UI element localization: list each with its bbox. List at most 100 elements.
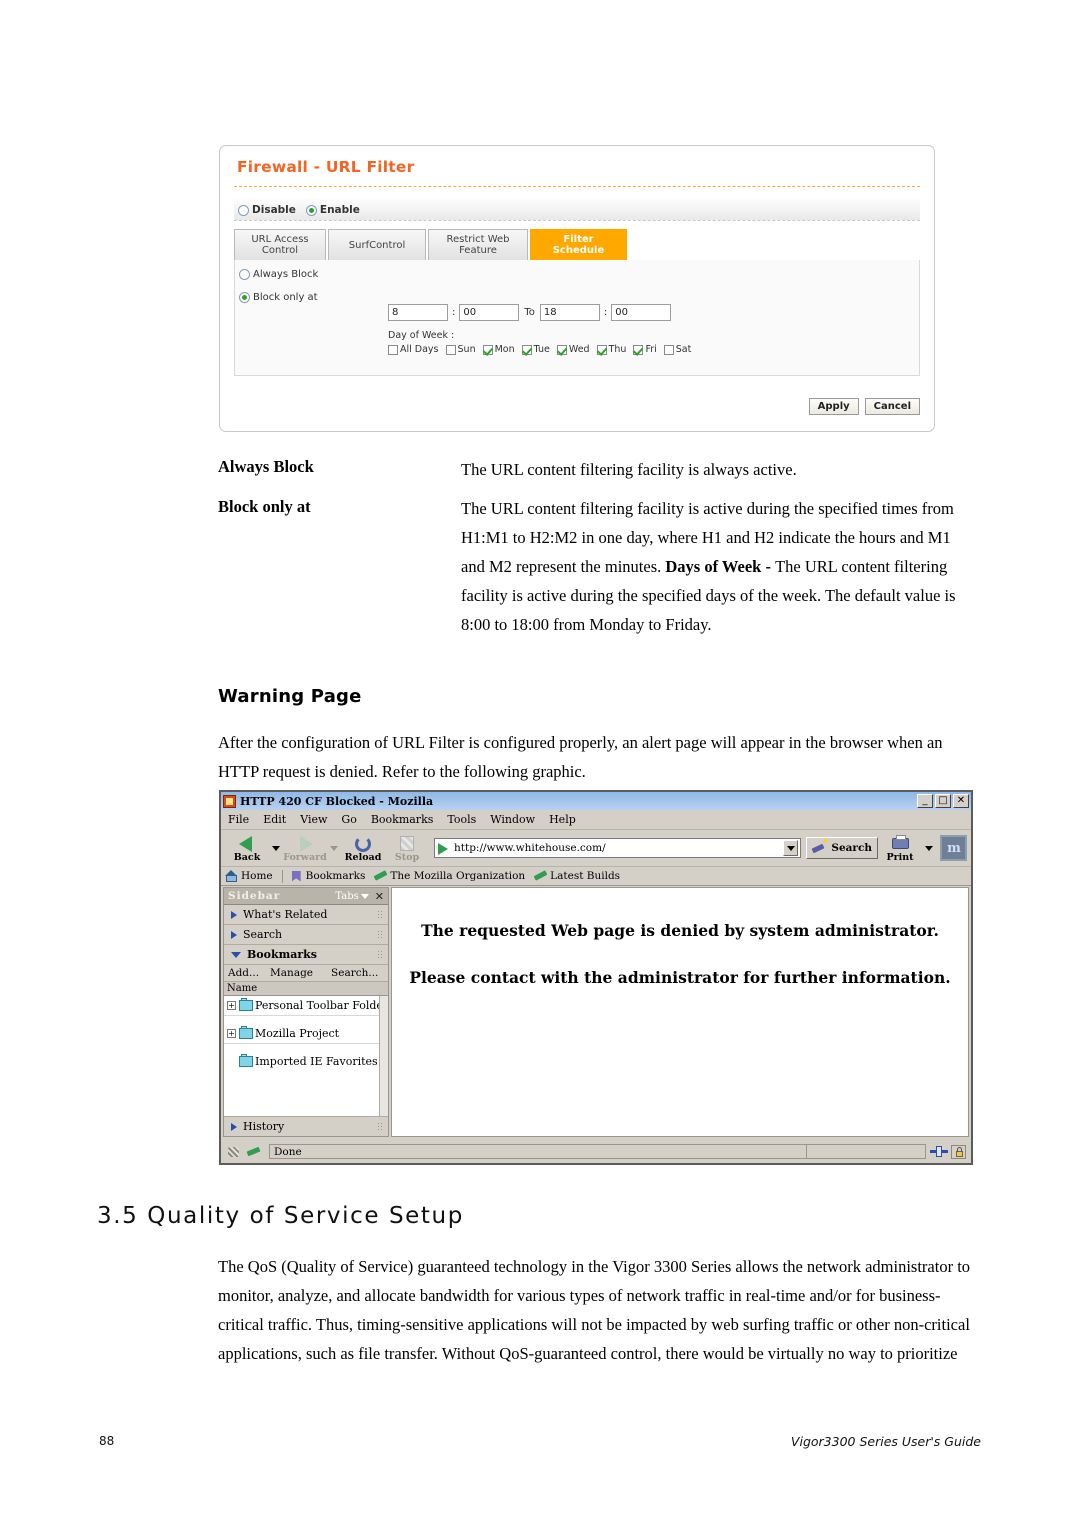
back-dropdown-icon[interactable] bbox=[272, 845, 280, 851]
status-bar-icons bbox=[930, 1144, 966, 1159]
checkbox-tue[interactable]: Tue bbox=[521, 344, 550, 355]
sidebar-item-history[interactable]: History bbox=[224, 1116, 388, 1136]
checkbox-sat-box[interactable] bbox=[663, 344, 674, 355]
back-button[interactable]: Back bbox=[225, 834, 269, 863]
checkbox-sun[interactable]: Sun bbox=[445, 344, 476, 355]
checkbox-thu-box[interactable] bbox=[596, 344, 607, 355]
window-controls: _ □ ✕ bbox=[917, 794, 969, 808]
security-lock-icon[interactable] bbox=[951, 1144, 966, 1159]
search-button[interactable]: Search bbox=[806, 837, 878, 859]
schedule-option-block-only-at[interactable]: Block only at bbox=[239, 288, 318, 306]
minimize-button[interactable]: _ bbox=[917, 794, 933, 808]
checkbox-tue-box[interactable] bbox=[521, 344, 532, 355]
bookmark-tree-label-0: Personal Toolbar Folder bbox=[255, 999, 388, 1012]
cookie-manager-icon[interactable] bbox=[226, 1145, 243, 1159]
checkbox-thu[interactable]: Thu bbox=[596, 344, 626, 355]
checkbox-sun-label: Sun bbox=[457, 344, 476, 355]
reload-button[interactable]: Reload bbox=[341, 834, 385, 863]
menu-file[interactable]: File bbox=[228, 813, 249, 826]
sidebar-item-bookmarks[interactable]: Bookmarks bbox=[224, 945, 388, 965]
checkbox-fri-box[interactable] bbox=[633, 344, 644, 355]
checkbox-sun-box[interactable] bbox=[445, 344, 456, 355]
warning-page-heading: Warning Page bbox=[218, 686, 362, 707]
radio-always-block[interactable] bbox=[239, 268, 250, 280]
tab-url-access-control[interactable]: URL Access Control bbox=[234, 229, 326, 260]
expand-icon-2[interactable]: + bbox=[227, 1029, 236, 1038]
bookmark-latest-builds-label: Latest Builds bbox=[550, 870, 621, 882]
folder-icon-3 bbox=[239, 1054, 253, 1067]
day-of-week-block: Day of Week : All Days Sun Mon Tue Wed T… bbox=[388, 330, 698, 355]
start-minute-input[interactable]: 00 bbox=[459, 304, 520, 321]
radio-block-only-at[interactable] bbox=[239, 291, 250, 303]
maximize-button[interactable]: □ bbox=[935, 794, 951, 808]
checkbox-wed-box[interactable] bbox=[556, 344, 567, 355]
print-button[interactable]: Print bbox=[878, 834, 922, 863]
bookmark-mozilla-org[interactable]: The Mozilla Organization bbox=[374, 870, 525, 883]
bookmarks-column-header[interactable]: Name bbox=[224, 982, 388, 996]
router-admin-screenshot: Firewall - URL Filter Disable Enable URL… bbox=[219, 145, 935, 432]
bookmark-tree-row-mozilla-project[interactable]: + Mozilla Project bbox=[224, 1024, 388, 1043]
radio-block-only-at-label: Block only at bbox=[253, 291, 318, 303]
online-status-icon[interactable] bbox=[930, 1145, 948, 1158]
menu-bookmarks[interactable]: Bookmarks bbox=[371, 813, 434, 826]
apply-button[interactable]: Apply bbox=[808, 398, 859, 415]
sidebar-item-bookmarks-label: Bookmarks bbox=[247, 948, 317, 961]
chevron-down-icon-2 bbox=[231, 951, 241, 958]
address-history-dropdown[interactable] bbox=[783, 840, 799, 856]
radio-disable-label: Disable bbox=[252, 204, 296, 216]
bookmarks-tree: + Personal Toolbar Folder + Mozilla Proj… bbox=[224, 996, 388, 1117]
browser-sidebar: Sidebar Tabs ✕ What's Related Search Boo… bbox=[223, 887, 389, 1137]
tab-surfcontrol[interactable]: SurfControl bbox=[328, 229, 426, 260]
sidebar-item-whats-related[interactable]: What's Related bbox=[224, 905, 388, 925]
start-hour-input[interactable]: 8 bbox=[388, 304, 448, 321]
tab-restrict-web-feature[interactable]: Restrict Web Feature bbox=[428, 229, 528, 260]
bookmarks-search-button[interactable]: Search... bbox=[331, 967, 378, 979]
image-manager-icon[interactable] bbox=[246, 1145, 263, 1159]
checkbox-fri[interactable]: Fri bbox=[633, 344, 657, 355]
close-button[interactable]: ✕ bbox=[953, 794, 969, 808]
menu-edit[interactable]: Edit bbox=[263, 813, 286, 826]
schedule-option-always-block[interactable]: Always Block bbox=[239, 265, 318, 283]
menu-go[interactable]: Go bbox=[341, 813, 356, 826]
menu-window[interactable]: Window bbox=[490, 813, 535, 826]
bookmark-home[interactable]: Home bbox=[225, 869, 273, 883]
forward-button[interactable]: Forward bbox=[283, 834, 327, 863]
sidebar-close-icon[interactable]: ✕ bbox=[375, 890, 384, 903]
radio-enable[interactable] bbox=[305, 204, 317, 216]
checkbox-mon[interactable]: Mon bbox=[482, 344, 515, 355]
checkbox-fri-label: Fri bbox=[645, 344, 657, 355]
bookmark-tree-row-personal-toolbar[interactable]: + Personal Toolbar Folder bbox=[224, 996, 388, 1015]
expand-icon[interactable]: + bbox=[227, 1001, 236, 1010]
tab-filter-schedule[interactable]: Filter Schedule bbox=[530, 229, 627, 260]
bookmark-latest-builds[interactable]: Latest Builds bbox=[534, 870, 620, 883]
checkbox-all-days-box[interactable] bbox=[388, 344, 398, 355]
stop-button[interactable]: Stop bbox=[385, 834, 429, 863]
mozilla-app-icon bbox=[223, 794, 236, 808]
bookmark-tree-row-imported-ie-favorites[interactable]: Imported IE Favorites bbox=[224, 1052, 388, 1071]
cancel-button[interactable]: Cancel bbox=[864, 398, 920, 415]
bookmarks-add-button[interactable]: Add... bbox=[228, 967, 259, 979]
address-bar[interactable]: http://www.whitehouse.com/ bbox=[434, 838, 802, 858]
checkbox-all-days[interactable]: All Days bbox=[388, 344, 439, 355]
bookmark-mozilla-org-label: The Mozilla Organization bbox=[390, 870, 526, 882]
sidebar-item-search[interactable]: Search bbox=[224, 925, 388, 945]
checkbox-mon-box[interactable] bbox=[482, 344, 493, 355]
end-hour-input[interactable]: 18 bbox=[539, 304, 600, 321]
forward-dropdown-icon[interactable] bbox=[330, 845, 338, 851]
checkbox-sat[interactable]: Sat bbox=[663, 344, 691, 355]
bookmark-bookmarks[interactable]: Bookmarks bbox=[290, 870, 366, 883]
search-button-label: Search bbox=[831, 842, 872, 854]
menu-help[interactable]: Help bbox=[549, 813, 576, 826]
bookmarks-manage-button[interactable]: Manage bbox=[270, 967, 313, 979]
close-icon: ✕ bbox=[956, 795, 966, 806]
menu-view[interactable]: View bbox=[300, 813, 327, 826]
mozilla-logo-icon[interactable]: m bbox=[940, 835, 967, 861]
menu-tools[interactable]: Tools bbox=[447, 813, 476, 826]
sidebar-tabs-dropdown[interactable]: Tabs ✕ bbox=[335, 890, 384, 903]
address-bar-value: http://www.whitehouse.com/ bbox=[454, 842, 606, 854]
checkbox-wed[interactable]: Wed bbox=[556, 344, 590, 355]
print-dropdown-icon[interactable] bbox=[925, 845, 933, 851]
radio-disable[interactable] bbox=[238, 204, 249, 216]
bookmarks-scrollbar[interactable] bbox=[379, 996, 388, 1117]
end-minute-input[interactable]: 00 bbox=[611, 304, 672, 321]
